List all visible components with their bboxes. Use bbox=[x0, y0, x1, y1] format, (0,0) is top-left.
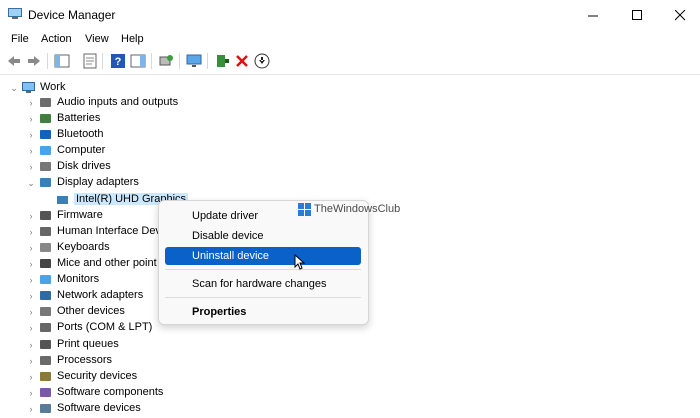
chevron-right-icon[interactable]: › bbox=[25, 224, 37, 240]
tree-category-label: Ports (COM & LPT) bbox=[57, 321, 153, 333]
chevron-right-icon[interactable]: › bbox=[25, 272, 37, 288]
tree-category-label: Processors bbox=[57, 354, 113, 366]
chevron-right-icon[interactable]: › bbox=[25, 256, 37, 272]
tree-category-label: Security devices bbox=[57, 370, 138, 382]
security-device-icon bbox=[40, 372, 51, 381]
scan-hardware-menu-item[interactable]: Scan for hardware changes bbox=[165, 275, 361, 293]
windows-club-logo-icon bbox=[298, 203, 311, 216]
monitor-icon[interactable] bbox=[186, 53, 202, 69]
context-menu: Update driver Disable device Uninstall d… bbox=[158, 200, 369, 325]
tree-category-label: Disk drives bbox=[57, 160, 111, 172]
menu-view[interactable]: View bbox=[85, 33, 109, 45]
mouse-icon bbox=[40, 259, 51, 268]
chevron-right-icon[interactable]: › bbox=[25, 304, 37, 320]
tree-category-label: Network adapters bbox=[57, 289, 144, 301]
chevron-right-icon[interactable]: › bbox=[25, 401, 37, 417]
window-title: Device Manager bbox=[28, 8, 116, 22]
close-button[interactable] bbox=[657, 0, 700, 30]
hid-icon bbox=[40, 227, 51, 236]
watermark-text: TheWindowsClub bbox=[314, 203, 401, 215]
action-pane-icon[interactable] bbox=[130, 53, 146, 69]
svg-text:?: ? bbox=[115, 56, 122, 68]
computer-icon bbox=[40, 146, 51, 155]
uninstall-device-menu-item[interactable]: Uninstall device bbox=[165, 247, 361, 265]
maximize-button[interactable] bbox=[614, 0, 660, 30]
chevron-right-icon[interactable]: › bbox=[25, 127, 37, 143]
tree-category-label: Display adapters bbox=[57, 176, 139, 188]
chevron-right-icon[interactable]: › bbox=[25, 208, 37, 224]
chevron-right-icon[interactable]: › bbox=[25, 288, 37, 304]
firmware-icon bbox=[40, 211, 51, 220]
graphics-adapter-icon bbox=[57, 196, 68, 204]
help-icon[interactable]: ? bbox=[110, 53, 126, 69]
tree-category-label: Human Interface Dev bbox=[57, 225, 161, 237]
network-adapter-icon bbox=[40, 291, 51, 300]
minimize-button[interactable] bbox=[570, 0, 616, 30]
tree-category-label: Firmware bbox=[57, 209, 103, 221]
other-device-icon bbox=[40, 307, 51, 316]
forward-arrow-icon[interactable] bbox=[26, 53, 42, 69]
bluetooth-icon bbox=[40, 130, 51, 139]
tree-category-label: Keyboards bbox=[57, 241, 110, 253]
tree-category-label: Computer bbox=[57, 144, 106, 156]
chevron-right-icon[interactable]: › bbox=[25, 240, 37, 256]
chevron-right-icon[interactable]: › bbox=[25, 385, 37, 401]
show-hide-tree-icon[interactable] bbox=[54, 53, 70, 69]
scan-hardware-icon[interactable] bbox=[158, 53, 174, 69]
chevron-right-icon[interactable]: › bbox=[25, 353, 37, 369]
speaker-icon bbox=[40, 98, 51, 107]
software-component-icon bbox=[40, 388, 51, 397]
disk-drive-icon bbox=[40, 162, 51, 171]
uninstall-x-icon[interactable] bbox=[234, 53, 250, 69]
chevron-right-icon[interactable]: › bbox=[25, 337, 37, 353]
device-manager-icon bbox=[8, 8, 22, 19]
chevron-right-icon[interactable]: › bbox=[25, 111, 37, 127]
update-driver-icon[interactable] bbox=[214, 53, 230, 69]
chevron-right-icon[interactable]: › bbox=[25, 95, 37, 111]
tree-category-label: Software devices bbox=[57, 402, 141, 414]
title-bar: Device Manager bbox=[0, 0, 700, 30]
tree-category-label: Print queues bbox=[57, 338, 119, 350]
chevron-down-icon[interactable]: ⌄ bbox=[8, 80, 20, 96]
software-device-icon bbox=[40, 404, 51, 413]
chevron-right-icon[interactable]: › bbox=[25, 320, 37, 336]
menu-bar: File Action View Help bbox=[0, 31, 700, 49]
processor-icon bbox=[40, 356, 51, 365]
tree-category-label: Bluetooth bbox=[57, 128, 104, 140]
tree-category-label: Audio inputs and outputs bbox=[57, 96, 179, 108]
disable-device-menu-item[interactable]: Disable device bbox=[165, 227, 361, 245]
minimize-icon bbox=[587, 15, 598, 16]
battery-icon bbox=[40, 114, 51, 123]
back-arrow-icon[interactable] bbox=[6, 53, 22, 69]
tree-category-label: Other devices bbox=[57, 305, 125, 317]
display-adapter-icon bbox=[40, 178, 51, 187]
download-arrow-icon[interactable] bbox=[254, 53, 270, 69]
mouse-cursor-icon bbox=[294, 254, 306, 270]
chevron-right-icon[interactable]: › bbox=[25, 159, 37, 175]
toolbar: ? bbox=[0, 50, 700, 72]
close-icon bbox=[674, 9, 685, 20]
maximize-icon bbox=[631, 9, 642, 20]
tree-category-label: Mice and other point bbox=[57, 257, 157, 269]
tree-category-label: Batteries bbox=[57, 112, 101, 124]
tree-category-label: Monitors bbox=[57, 273, 100, 285]
properties-icon[interactable] bbox=[82, 53, 98, 69]
computer-icon bbox=[22, 82, 35, 93]
menu-action[interactable]: Action bbox=[41, 33, 72, 45]
menu-file[interactable]: File bbox=[11, 33, 29, 45]
tree-category-label: Software components bbox=[57, 386, 164, 398]
printer-icon bbox=[40, 340, 51, 349]
port-icon bbox=[40, 323, 51, 332]
monitor-icon bbox=[40, 275, 51, 284]
properties-menu-item[interactable]: Properties bbox=[165, 303, 361, 321]
chevron-right-icon[interactable]: › bbox=[25, 143, 37, 159]
menu-help[interactable]: Help bbox=[121, 33, 144, 45]
chevron-down-icon[interactable]: ⌄ bbox=[25, 175, 37, 191]
tree-label: Work bbox=[40, 81, 66, 93]
chevron-right-icon[interactable]: › bbox=[25, 369, 37, 385]
keyboard-icon bbox=[40, 243, 51, 252]
